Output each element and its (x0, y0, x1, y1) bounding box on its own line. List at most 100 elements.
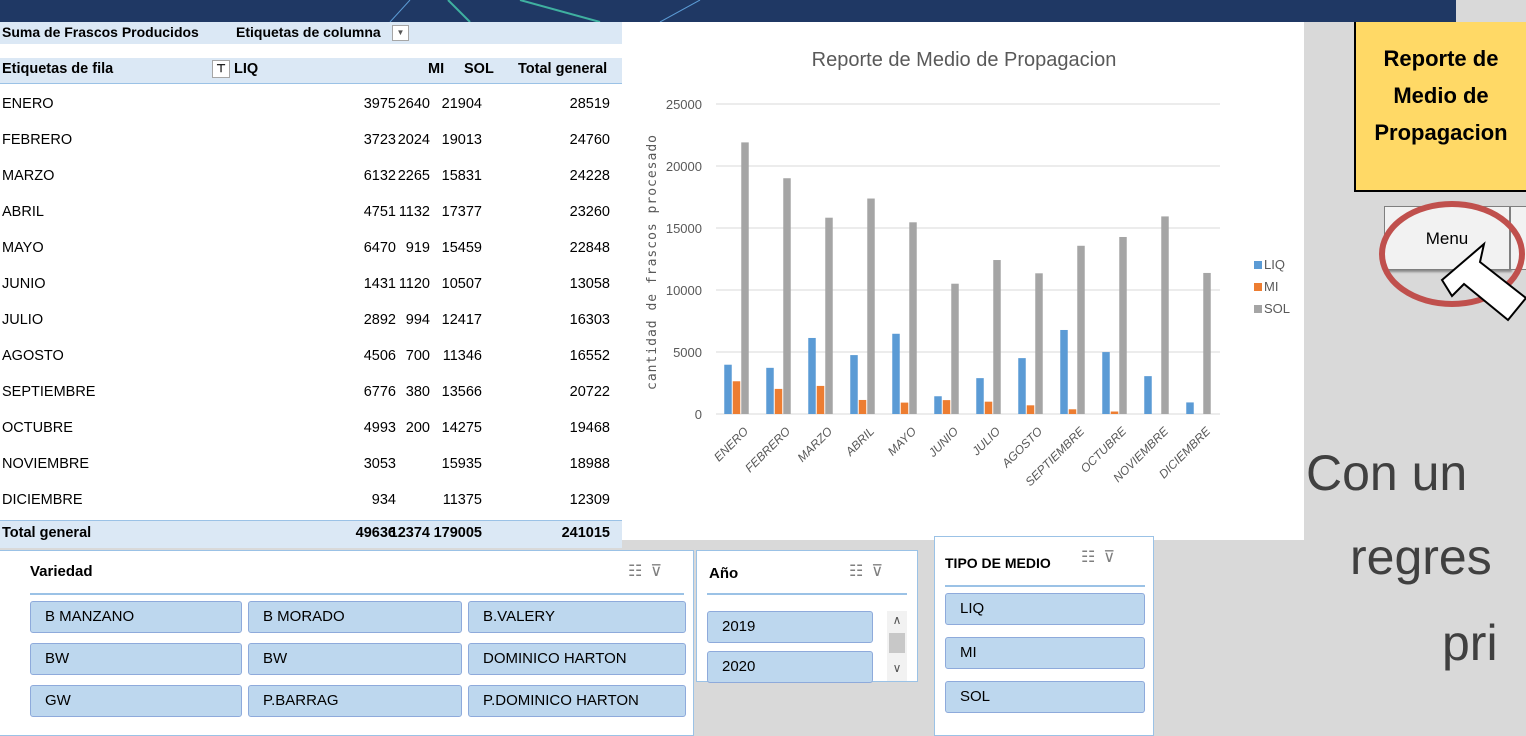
cell-mi: 2265 (397, 168, 430, 184)
slicer-tipo-item[interactable]: MI (945, 637, 1145, 669)
bar-mi (1026, 405, 1035, 414)
table-row: MAYO 6470 919 15459 22848 (0, 232, 622, 268)
cell-sol: 21904 (441, 96, 482, 112)
bar-liq (1186, 402, 1194, 414)
slicer-anio-item[interactable]: 2020 (707, 651, 873, 683)
mouse-pointer-icon (1440, 241, 1526, 322)
row-label: DICIEMBRE (2, 492, 83, 508)
cell-liq: 6470 (363, 240, 396, 256)
multi-select-icon[interactable]: ☷ (849, 563, 871, 580)
table-row: ABRIL 4751 1132 17377 23260 (0, 196, 622, 232)
row-label: JUNIO (2, 276, 46, 292)
cell-total: 16303 (569, 312, 610, 328)
slicer-anio-item[interactable]: 2019 (707, 611, 873, 643)
cell-total: 16552 (569, 348, 610, 364)
slicer-variedad-item[interactable]: P.DOMINICO HARTON (468, 685, 686, 717)
big-text-line3: pri (1442, 615, 1498, 671)
report-title-line3: Propagacion (1374, 120, 1508, 145)
legend-label: LIQ (1264, 257, 1285, 272)
cell-liq: 1431 (363, 276, 396, 292)
x-tick-label: ENERO (711, 424, 751, 464)
row-labels-header: Etiquetas de fila (2, 61, 114, 77)
table-total-row: Total general 49636 12374 179005 241015 (0, 520, 622, 548)
slicer-variedad-item[interactable]: B MORADO (248, 601, 462, 633)
bar-liq (766, 367, 774, 414)
slicer-variedad-item[interactable]: DOMINICO HARTON (468, 643, 686, 675)
banner-decoration (389, 0, 701, 22)
slicer-tipo-item[interactable]: LIQ (945, 593, 1145, 625)
cell-total: 20722 (569, 384, 610, 400)
slicer-variedad-item[interactable]: BW (248, 643, 462, 675)
multi-select-icon[interactable]: ☷ (1081, 549, 1103, 566)
cell-liq: 2892 (363, 312, 396, 328)
bar-liq (1144, 376, 1152, 414)
bar-sol (825, 217, 833, 414)
big-text-line1: Con un (1306, 445, 1468, 501)
report-title-box: Reporte de Medio de Propagacion (1354, 22, 1526, 192)
bar-liq (1102, 352, 1110, 414)
cell-total: 28519 (569, 96, 610, 112)
slicer-variedad-item[interactable]: P.BARRAG (248, 685, 462, 717)
bar-mi (984, 401, 993, 414)
legend-swatch (1254, 305, 1262, 313)
row-label: SEPTIEMBRE (2, 384, 96, 400)
dropdown-arrow-icon[interactable]: ▼ (392, 25, 409, 41)
row-label: FEBRERO (2, 132, 73, 148)
clear-filter-icon[interactable]: ⊽ (1103, 549, 1123, 566)
cell-total: 24760 (569, 132, 610, 148)
slicer-tipo-item[interactable]: SOL (945, 681, 1145, 713)
y-tick-label: 15000 (666, 221, 702, 236)
table-row: AGOSTO 4506 700 11346 16552 (0, 340, 622, 376)
cell-sol: 11346 (442, 348, 482, 364)
slicer-variedad-item[interactable]: B MANZANO (30, 601, 242, 633)
multi-select-icon[interactable]: ☷ (628, 563, 650, 580)
bar-mi (1110, 411, 1119, 414)
chart-svg: Reporte de Medio de Propagacion cantidad … (645, 49, 1290, 489)
slicer-variedad-title: Variedad (30, 563, 93, 580)
table-row: MARZO 6132 2265 15831 24228 (0, 160, 622, 196)
row-label: MAYO (2, 240, 44, 256)
bar-sol (1077, 245, 1085, 414)
cell-sol: 19013 (441, 132, 482, 148)
cell-liq: 6776 (363, 384, 396, 400)
bar-mi (1068, 409, 1077, 414)
cell-sol: 15831 (441, 168, 482, 184)
slicer-scrollbar[interactable]: ∧ ∨ (887, 611, 907, 681)
cell-sol: 12417 (441, 312, 482, 328)
scroll-down-icon[interactable]: ∨ (887, 661, 907, 675)
bar-chart: Reporte de Medio de Propagacion cantidad … (622, 22, 1304, 540)
filter-icon[interactable]: ⊤ (212, 60, 230, 78)
report-title-line1: Reporte de (1383, 46, 1499, 71)
slicer-anio: Año ☷⊽ 2019 2020 ∧ ∨ (696, 550, 918, 683)
chart-title: Reporte de Medio de Propagacion (812, 49, 1117, 71)
slicer-variedad-item[interactable]: BW (30, 643, 242, 675)
clear-filter-icon[interactable]: ⊽ (871, 563, 891, 580)
table-row: ENERO 3975 2640 21904 28519 (0, 88, 622, 124)
cell-sol: 14275 (441, 420, 482, 436)
scroll-up-icon[interactable]: ∧ (887, 613, 907, 627)
bar-mi (900, 402, 909, 414)
bar-mi (858, 399, 867, 414)
col-header-sol: SOL (464, 61, 494, 77)
bar-sol (783, 178, 791, 414)
scroll-thumb[interactable] (889, 633, 905, 653)
row-label: OCTUBRE (2, 420, 73, 436)
bar-mi (942, 400, 951, 414)
y-tick-label: 10000 (666, 283, 702, 298)
bar-sol (1035, 273, 1043, 414)
legend-swatch (1254, 283, 1262, 291)
slicer-variedad-item[interactable]: B.VALERY (468, 601, 686, 633)
y-tick-label: 20000 (666, 159, 702, 174)
bar-liq (724, 364, 732, 414)
bar-liq (850, 355, 858, 414)
cell-mi: 2640 (397, 96, 430, 112)
cell-mi: 200 (405, 420, 430, 436)
clear-filter-icon[interactable]: ⊽ (650, 563, 670, 580)
cell-total: 12309 (569, 492, 610, 508)
pivot-value-title: Suma de Frascos Producidos (2, 24, 199, 40)
slicer-anio-title: Año (709, 565, 739, 582)
cell-total: 22848 (569, 240, 610, 256)
total-label: Total general (2, 525, 92, 541)
slicer-variedad-item[interactable]: GW (30, 685, 242, 717)
bar-sol (993, 260, 1001, 414)
